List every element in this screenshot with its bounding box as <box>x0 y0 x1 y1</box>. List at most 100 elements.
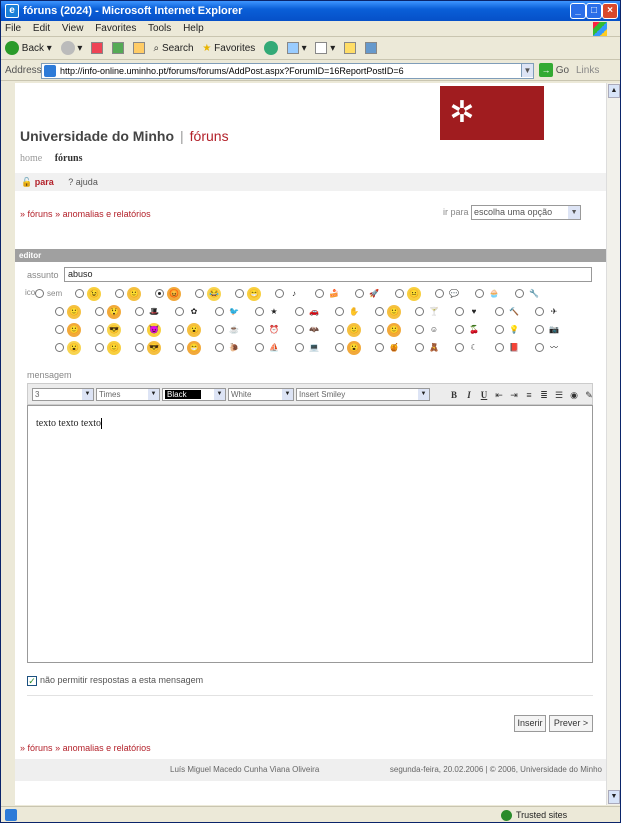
subject-input[interactable]: abuso <box>64 267 592 282</box>
no-replies-option[interactable]: ✓ não permitir respostas a esta mensagem <box>27 675 203 686</box>
radio-button[interactable] <box>255 325 264 334</box>
radio-button[interactable] <box>495 343 504 352</box>
radio-button[interactable] <box>215 307 224 316</box>
icon-option-wink[interactable]: 😉 <box>75 287 115 303</box>
icon-option-boat[interactable]: ⛵ <box>255 341 295 357</box>
edit-button[interactable] <box>344 38 357 60</box>
icon-option-clock[interactable]: ⏰ <box>255 323 295 339</box>
icon-option-cherries[interactable]: 🍒 <box>455 323 495 339</box>
messenger-button[interactable] <box>364 38 377 60</box>
icon-option-person[interactable]: ☺ <box>415 323 455 339</box>
icon-option-grin[interactable]: 😁 <box>175 341 215 357</box>
refresh-button[interactable] <box>111 38 124 60</box>
menu-view[interactable]: View <box>62 23 84 34</box>
back-button[interactable]: Back ▾ <box>5 38 52 60</box>
insert-button[interactable]: Inserir <box>514 715 546 732</box>
radio-button[interactable] <box>95 325 104 334</box>
media-button[interactable] <box>264 38 279 60</box>
underline-icon[interactable]: U <box>478 389 490 401</box>
scroll-down-icon[interactable]: ▼ <box>608 790 620 804</box>
radio-button[interactable] <box>255 307 264 316</box>
message-text[interactable]: texto texto texto <box>36 418 102 429</box>
icon-option-hat[interactable]: 🎩 <box>135 305 175 321</box>
radio-button[interactable] <box>455 343 464 352</box>
icon-option-smile[interactable]: 🙂 <box>375 305 415 321</box>
outdent-icon[interactable]: ⇤ <box>493 389 505 401</box>
preview-button[interactable]: Prever > <box>549 715 593 732</box>
radio-button[interactable] <box>175 307 184 316</box>
radio-button[interactable] <box>215 325 224 334</box>
radio-button[interactable] <box>455 325 464 334</box>
icon-option-star[interactable]: ★ <box>255 305 295 321</box>
icon-option-car[interactable]: 🚗 <box>295 305 335 321</box>
jump-select[interactable]: escolha uma opção ▼ <box>471 205 582 220</box>
go-button[interactable]: → Go <box>539 63 571 79</box>
nav-home[interactable]: home <box>20 153 42 164</box>
icon-option-laugh[interactable]: 😂 <box>195 287 235 303</box>
links-button[interactable]: Links <box>576 61 599 81</box>
icon-option-sunglasses[interactable]: 😎 <box>135 341 175 357</box>
icon-option-cupcake[interactable]: 🧁 <box>475 287 515 303</box>
radio-button[interactable] <box>155 289 164 298</box>
radio-button[interactable] <box>455 307 464 316</box>
radio-button[interactable] <box>495 307 504 316</box>
menu-help[interactable]: Help <box>183 23 204 34</box>
radio-button[interactable] <box>415 307 424 316</box>
radio-button[interactable] <box>335 307 344 316</box>
icon-option-devil[interactable]: 😈 <box>135 323 175 339</box>
radio-button[interactable] <box>355 289 364 298</box>
radio-button[interactable] <box>535 343 544 352</box>
radio-button[interactable] <box>375 343 384 352</box>
maximize-button[interactable]: □ <box>586 3 602 19</box>
radio-button[interactable] <box>275 289 284 298</box>
stop-button[interactable] <box>91 38 104 60</box>
radio-button[interactable] <box>415 325 424 334</box>
radio-button[interactable] <box>335 343 344 352</box>
radio-button[interactable] <box>535 325 544 334</box>
radio-button[interactable] <box>495 325 504 334</box>
favorites-button[interactable]: ★ Favorites <box>202 38 255 60</box>
icon-option-smile[interactable]: 🙂 <box>115 287 155 303</box>
radio-button[interactable] <box>95 307 104 316</box>
radio-button[interactable] <box>55 325 64 334</box>
address-input[interactable]: http://info-online.uminho.pt/forums/foru… <box>41 63 534 79</box>
icon-option-face[interactable]: 😐 <box>395 287 435 303</box>
breadcrumb-anomalias[interactable]: anomalias e relatórios <box>63 743 151 753</box>
radio-button[interactable] <box>135 325 144 334</box>
icon-option-angry[interactable]: 😡 <box>155 287 195 303</box>
radio-button[interactable] <box>175 343 184 352</box>
radio-button[interactable] <box>135 307 144 316</box>
menu-edit[interactable]: Edit <box>33 23 50 34</box>
radio-button[interactable] <box>75 289 84 298</box>
icon-option-snail[interactable]: 🐌 <box>215 341 255 357</box>
icon-option-tools[interactable]: 🔧 <box>515 287 555 303</box>
radio-button[interactable] <box>115 289 124 298</box>
home-button[interactable] <box>132 38 145 60</box>
menu-tools[interactable]: Tools <box>148 23 171 34</box>
icon-option-pot[interactable]: 🍯 <box>375 341 415 357</box>
address-dropdown-icon[interactable]: ▼ <box>521 64 533 77</box>
mail-button[interactable]: ▾ <box>315 38 335 60</box>
radio-button[interactable] <box>35 289 44 298</box>
icon-option-shock[interactable]: 😲 <box>95 305 135 321</box>
radio-button[interactable] <box>135 343 144 352</box>
icon-option-smile[interactable]: 🙂 <box>55 305 95 321</box>
radio-button[interactable] <box>315 289 324 298</box>
radio-button[interactable] <box>175 325 184 334</box>
italic-icon[interactable]: I <box>463 389 475 401</box>
align-icon[interactable]: ≡ <box>523 389 535 401</box>
para-button[interactable]: 🔓 para <box>21 177 54 187</box>
menu-file[interactable]: File <box>5 23 21 34</box>
radio-button[interactable] <box>435 289 444 298</box>
breadcrumb-foruns[interactable]: fóruns <box>28 209 53 219</box>
vertical-scrollbar[interactable]: ▲ ▼ <box>606 83 620 805</box>
link-icon[interactable]: ◉ <box>568 389 580 401</box>
radio-button[interactable] <box>375 307 384 316</box>
icon-option-sem[interactable]: sem <box>35 287 75 303</box>
history-button[interactable]: ▾ <box>286 38 307 60</box>
message-editor[interactable]: texto texto texto <box>27 405 593 663</box>
icon-option-bird[interactable]: 🐦 <box>215 305 255 321</box>
icon-option-book[interactable]: 📕 <box>495 341 535 357</box>
indent-icon[interactable]: ⇥ <box>508 389 520 401</box>
bg-color-select[interactable]: White ▼ <box>228 388 294 401</box>
